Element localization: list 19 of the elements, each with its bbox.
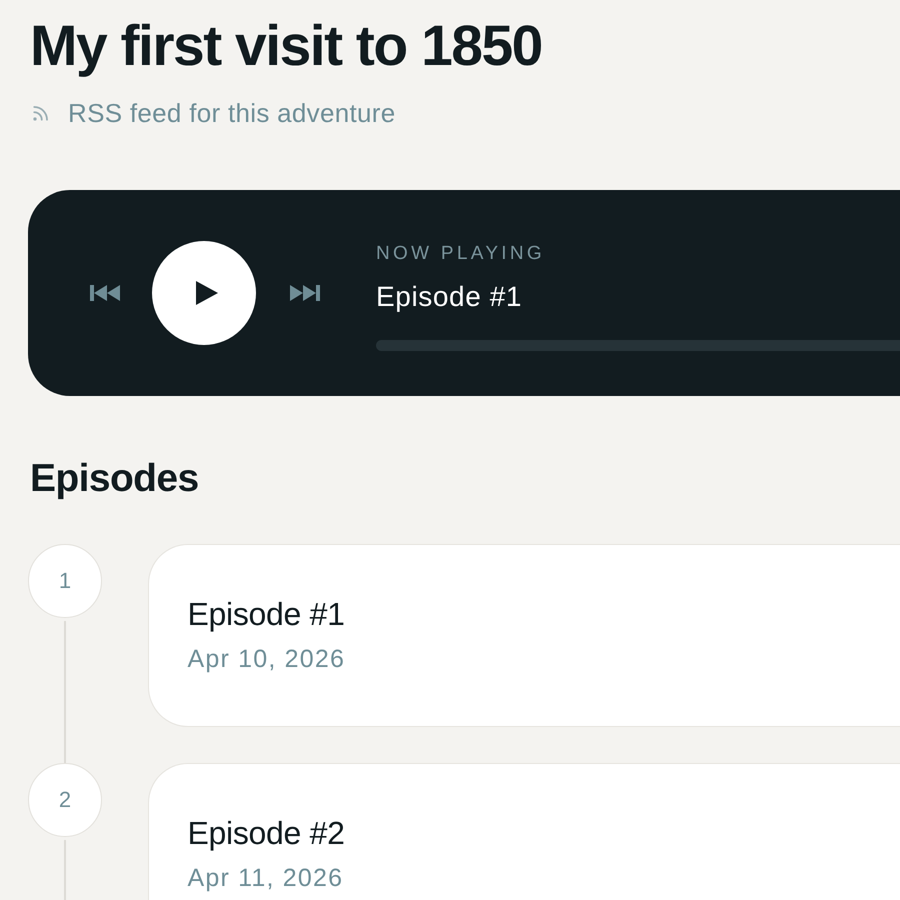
- episode-card[interactable]: Episode #1 Apr 10, 2026: [148, 544, 900, 727]
- episode-title: Episode #1: [188, 595, 345, 633]
- episode-date: Apr 10, 2026: [188, 644, 346, 674]
- next-button[interactable]: [290, 285, 320, 301]
- episode-number: 2: [28, 763, 102, 837]
- page-title: My first visit to 1850: [30, 15, 542, 78]
- episode-card[interactable]: Episode #2 Apr 11, 2026: [148, 763, 900, 900]
- episode-date: Apr 11, 2026: [188, 863, 344, 893]
- section-heading: Episodes: [30, 456, 199, 502]
- previous-button[interactable]: [90, 285, 120, 301]
- progress-track[interactable]: [376, 340, 900, 351]
- skip-forward-icon: [290, 285, 320, 301]
- rss-icon: [32, 104, 50, 122]
- episode-title: Episode #2: [188, 814, 345, 852]
- play-icon: [196, 281, 218, 305]
- track-title: Episode #1: [376, 280, 522, 314]
- skip-back-icon: [90, 285, 120, 301]
- episode-number: 1: [28, 544, 102, 618]
- now-playing-label: NOW PLAYING: [376, 242, 545, 266]
